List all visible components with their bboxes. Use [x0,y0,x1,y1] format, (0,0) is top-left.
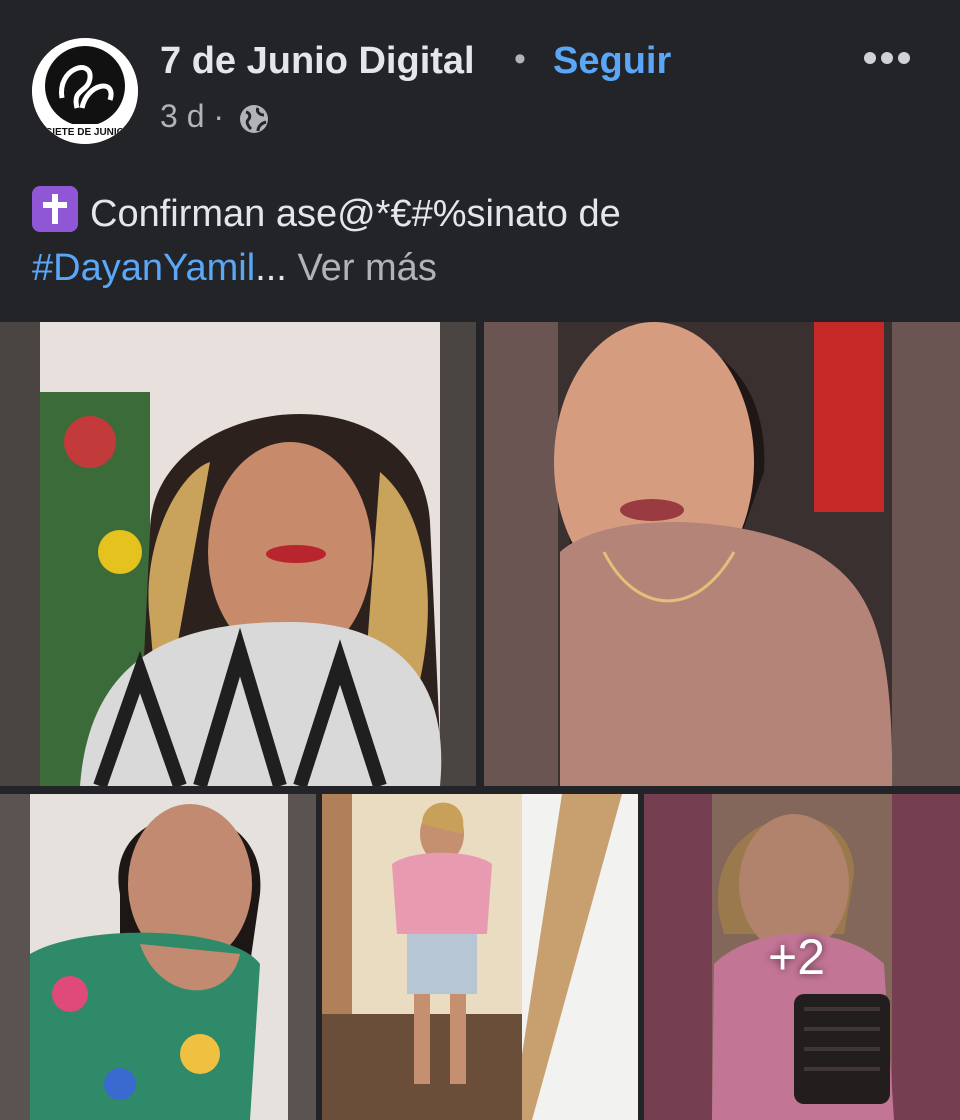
latin-cross-emoji [32,186,78,232]
hashtag-link[interactable]: #DayanYamil [32,247,255,289]
more-options-icon[interactable] [862,44,912,74]
globe-icon [240,105,268,133]
follow-button[interactable]: Seguir [553,40,671,83]
caption-ellipsis: ... [255,247,287,289]
post-timestamp[interactable]: 3 d · [160,98,224,135]
post-header: SIETE DE JUNIO 7 de Junio Digital • Segu… [0,0,960,160]
page-name[interactable]: 7 de Junio Digital [160,40,475,83]
photo-4[interactable] [322,794,638,1120]
caption-text: Confirman ase@*€#%sinato de [90,193,621,235]
see-more-link[interactable]: Ver más [297,247,436,289]
page-avatar[interactable]: SIETE DE JUNIO [32,38,138,144]
page-logo: SIETE DE JUNIO [32,38,138,144]
post-caption: Confirman ase@*€#%sinato de #DayanYamil.… [32,186,932,295]
name-separator: • [514,40,526,78]
photo-2[interactable] [484,322,960,786]
more-photos-count[interactable]: +2 [768,928,825,986]
avatar-text: SIETE DE JUNIO [46,127,125,138]
photo-1[interactable] [0,322,476,786]
photo-3[interactable] [0,794,316,1120]
photo-grid [0,322,960,1120]
